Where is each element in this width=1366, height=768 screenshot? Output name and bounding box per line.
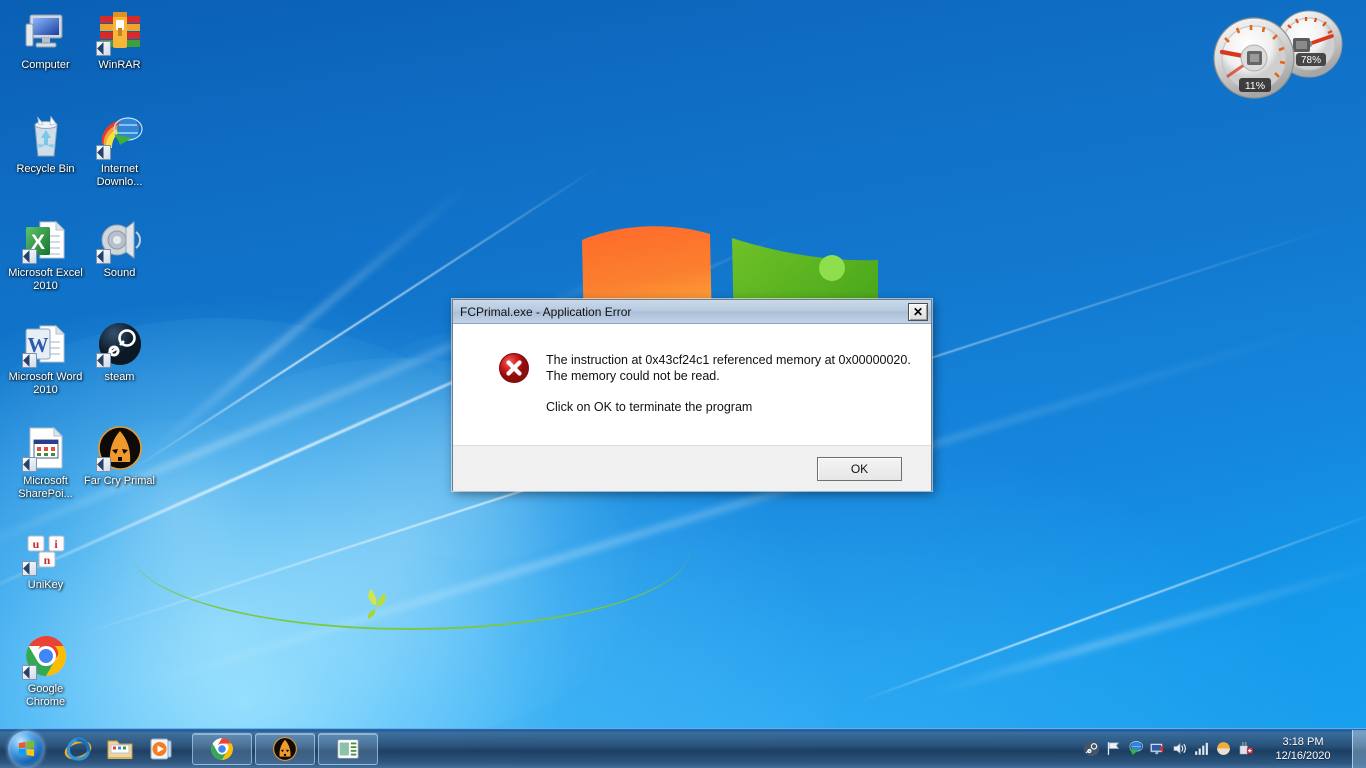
microsoft-word-icon: W xyxy=(21,320,70,368)
unikey-icon: u i n xyxy=(21,528,70,576)
taskbar-window-buttons[interactable] xyxy=(182,732,378,765)
desktop-icon-microsoft-sharepoint[interactable]: Microsoft SharePoi... xyxy=(8,424,83,501)
desktop-icon-microsoft-word[interactable]: W Microsoft Word 2010 xyxy=(8,320,83,397)
wallpaper-light-streak xyxy=(929,560,1366,696)
action-center-flag-icon[interactable] xyxy=(1105,740,1122,757)
start-button[interactable] xyxy=(0,729,52,768)
dialog-footer: OK xyxy=(453,446,931,491)
internet-download-manager-tray-icon[interactable] xyxy=(1127,740,1144,757)
desktop-icon-label: UniKey xyxy=(27,579,64,591)
desktop-icon-label: Sound xyxy=(103,267,136,279)
shortcut-overlay-icon xyxy=(21,561,37,576)
dialog-body: The instruction at 0x43cf24c1 referenced… xyxy=(453,324,931,446)
ok-button[interactable]: OK xyxy=(817,456,902,481)
desktop-icon-far-cry-primal[interactable]: Far Cry Primal xyxy=(82,424,157,488)
desktop-icon-label: Internet Downlo... xyxy=(96,163,143,188)
desktop-icon-label: Google Chrome xyxy=(25,683,66,708)
shortcut-overlay-icon xyxy=(95,457,111,472)
computer-icon xyxy=(22,8,70,56)
dialog-title: FCPrimal.exe - Application Error xyxy=(460,304,632,319)
dialog-titlebar[interactable]: FCPrimal.exe - Application Error ✕ xyxy=(453,300,931,324)
clock-date: 12/16/2020 xyxy=(1275,749,1331,762)
desktop-icon-computer[interactable]: Computer xyxy=(8,8,83,72)
taskbar-clock[interactable]: 3:18 PM 12/16/2020 xyxy=(1265,735,1341,763)
shortcut-overlay-icon xyxy=(21,457,37,472)
desktop-icon-internet-download-manager[interactable]: Internet Downlo... xyxy=(82,112,157,189)
microsoft-sharepoint-icon xyxy=(21,424,70,472)
svg-text:n: n xyxy=(43,553,50,567)
desktop-icon-label: steam xyxy=(104,371,135,383)
desktop-icon-label: Microsoft Word 2010 xyxy=(8,371,83,396)
desktop[interactable]: Computer WinRAR Recycle Bin Internet Dow… xyxy=(0,0,1366,768)
shortcut-overlay-icon xyxy=(21,353,37,368)
windows-explorer-icon[interactable] xyxy=(100,731,140,767)
network-monitor-tray-icon[interactable] xyxy=(1149,740,1166,757)
desktop-icon-label: Recycle Bin xyxy=(16,163,75,175)
windows-start-orb-icon xyxy=(8,730,44,767)
winrar-icon xyxy=(95,8,144,56)
unikey-tray-icon[interactable] xyxy=(1215,740,1232,757)
sound-icon xyxy=(95,216,144,264)
recycle-bin-icon xyxy=(22,112,70,160)
far-cry-primal-icon xyxy=(95,424,144,472)
desktop-icon-label: Microsoft SharePoi... xyxy=(18,475,73,500)
taskbar-window-sharepoint[interactable] xyxy=(318,732,378,765)
desktop-icon-label: Microsoft Excel 2010 xyxy=(8,267,83,292)
shortcut-overlay-icon xyxy=(95,145,111,160)
show-desktop-button[interactable] xyxy=(1352,729,1366,768)
desktop-icon-label: Far Cry Primal xyxy=(84,475,155,487)
error-circle-x-icon xyxy=(498,352,530,384)
microsoft-excel-icon: X xyxy=(21,216,70,264)
desktop-icon-sound[interactable]: Sound xyxy=(82,216,157,280)
cpu-ram-meter-gadget[interactable]: 78% 11% xyxy=(1206,6,1356,106)
desktop-icon-label: WinRAR xyxy=(98,59,141,71)
wallpaper-light-streak xyxy=(859,508,1366,702)
desktop-icon-microsoft-excel[interactable]: X Microsoft Excel 2010 xyxy=(8,216,83,293)
dialog-message-block: The instruction at 0x43cf24c1 referenced… xyxy=(546,342,915,445)
google-chrome-icon xyxy=(21,632,70,680)
svg-text:u: u xyxy=(32,537,39,551)
gadget-ram-value: 78% xyxy=(1301,55,1321,66)
system-tray[interactable]: 3:18 PM 12/16/2020 xyxy=(1075,729,1366,768)
application-error-dialog[interactable]: FCPrimal.exe - Application Error ✕ The i… xyxy=(451,298,933,492)
desktop-icon-google-chrome[interactable]: Google Chrome xyxy=(8,632,83,709)
internet-download-manager-icon xyxy=(95,112,144,160)
safely-remove-hardware-icon[interactable] xyxy=(1237,740,1254,757)
shortcut-overlay-icon xyxy=(95,249,111,264)
dialog-message-secondary: Click on OK to terminate the program xyxy=(546,400,753,414)
taskbar-window-farcry[interactable] xyxy=(255,732,315,765)
taskbar[interactable]: 3:18 PM 12/16/2020 xyxy=(0,728,1366,768)
internet-explorer-icon[interactable] xyxy=(58,731,98,767)
dialog-message-primary: The instruction at 0x43cf24c1 referenced… xyxy=(546,353,911,383)
wallpaper-leaf-icon xyxy=(367,589,386,619)
windows-media-player-icon[interactable] xyxy=(142,731,182,767)
desktop-icon-winrar[interactable]: WinRAR xyxy=(82,8,157,72)
desktop-icon-unikey[interactable]: u i n UniKey xyxy=(8,528,83,592)
shortcut-overlay-icon xyxy=(21,665,37,680)
volume-speaker-icon[interactable] xyxy=(1171,740,1188,757)
shortcut-overlay-icon xyxy=(95,353,111,368)
desktop-icon-label: Computer xyxy=(21,59,70,71)
desktop-icon-recycle-bin[interactable]: Recycle Bin xyxy=(8,112,83,176)
quick-launch-bar[interactable] xyxy=(52,731,182,767)
clock-time: 3:18 PM xyxy=(1282,735,1324,748)
steam-icon xyxy=(95,320,144,368)
shortcut-overlay-icon xyxy=(95,41,111,56)
shortcut-overlay-icon xyxy=(21,249,37,264)
wallpaper-light-streak xyxy=(148,180,474,456)
taskbar-window-chrome[interactable] xyxy=(192,732,252,765)
desktop-icon-steam[interactable]: steam xyxy=(82,320,157,384)
steam-tray-icon[interactable] xyxy=(1083,740,1100,757)
gadget-cpu-value: 11% xyxy=(1245,80,1265,92)
network-signal-bars-icon[interactable] xyxy=(1193,740,1210,757)
close-icon[interactable]: ✕ xyxy=(908,302,928,321)
